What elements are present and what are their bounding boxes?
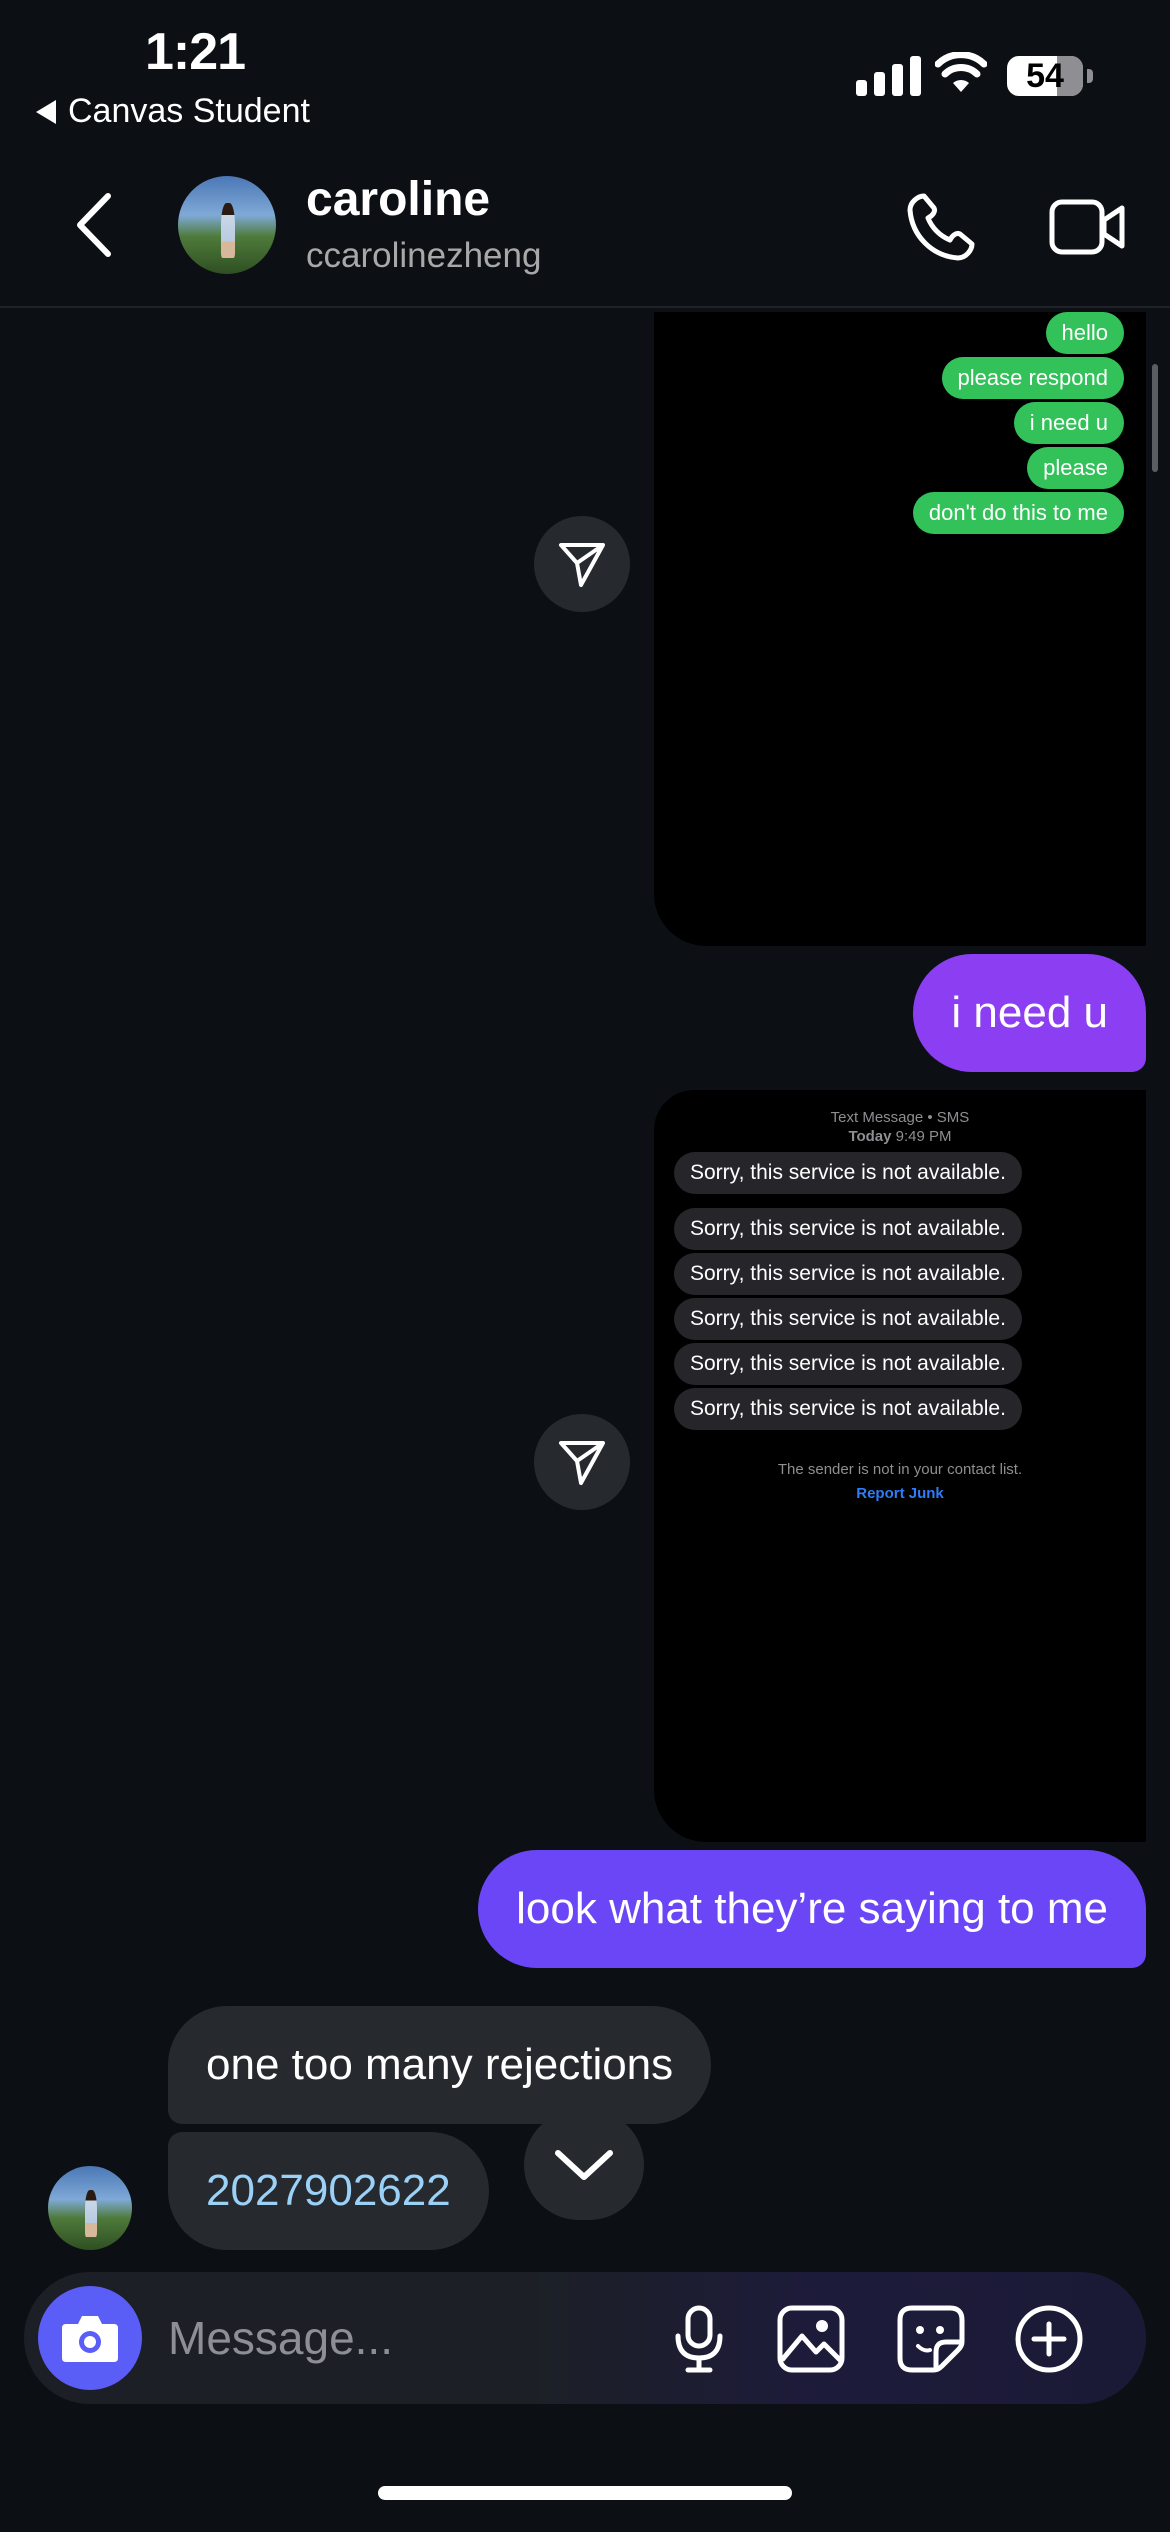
sms-bubble: Sorry, this service is not available. [674,1388,1022,1430]
back-triangle-icon [36,99,56,124]
sticker-icon[interactable] [896,2304,966,2374]
scroll-indicator[interactable] [1152,364,1158,472]
scroll-to-bottom-button[interactable] [524,2110,644,2220]
sms-bubble: Sorry, this service is not available. [674,1152,1022,1194]
home-indicator[interactable] [378,2486,792,2500]
shared-image-green-messages[interactable]: hello please respond i need u please don… [654,312,1146,946]
incoming-message[interactable]: one too many rejections [168,2006,712,2124]
video-camera-icon[interactable] [1048,192,1126,262]
message-composer [24,2272,1146,2404]
back-to-app-link[interactable]: Canvas Student [36,92,310,131]
chevron-down-icon [555,2150,613,2180]
plus-circle-icon[interactable] [1014,2304,1084,2374]
green-bubble: don't do this to me [912,492,1124,534]
sender-avatar[interactable] [48,2166,132,2250]
wifi-icon [935,52,987,92]
avatar[interactable] [178,176,276,274]
outgoing-message[interactable]: look what they’re saying to me [478,1850,1146,1968]
back-chevron-icon[interactable] [70,190,120,260]
report-junk-link: Report Junk [856,1485,944,1502]
send-icon [559,1441,605,1485]
sms-header-time: 9:49 PM [895,1128,952,1145]
green-bubble: please [1027,447,1124,489]
outgoing-message[interactable]: i need u [913,954,1146,1072]
shared-image-sms[interactable]: Text Message • SMS Today 9:49 PM Sorry, … [654,1090,1146,1842]
green-bubble: hello [1045,312,1124,354]
send-icon [559,543,605,587]
contact-name[interactable]: caroline [306,172,490,227]
sms-bubble: Sorry, this service is not available. [674,1298,1022,1340]
camera-icon [62,2316,118,2362]
sms-footer-text: The sender is not in your contact list. [777,1461,1023,1478]
battery-cap [1087,69,1093,83]
contact-username[interactable]: ccarolinezheng [306,236,541,276]
sms-header-title: Text Message • SMS [830,1109,970,1126]
phone-icon[interactable] [904,190,978,264]
battery-icon: 54 [1007,56,1083,96]
sms-footer: The sender is not in your contact list. … [654,1458,1146,1506]
sms-bubble: Sorry, this service is not available. [674,1253,1022,1295]
green-bubble: please respond [941,357,1124,399]
gallery-icon[interactable] [776,2304,846,2374]
microphone-icon[interactable] [664,2304,734,2374]
incoming-message-phone-number[interactable]: 2027902622 [168,2132,489,2250]
sms-bubble: Sorry, this service is not available. [674,1208,1022,1250]
chat-header: caroline ccarolinezheng [0,160,1170,308]
share-button[interactable] [534,516,630,612]
sms-header-day: Today [848,1128,892,1145]
cellular-signal-icon [856,56,921,96]
battery-level: 54 [1026,56,1064,95]
message-input[interactable] [168,2302,648,2374]
green-bubble: i need u [1013,402,1124,444]
share-button[interactable] [534,1414,630,1510]
camera-button[interactable] [38,2286,142,2390]
status-time: 1:21 [145,23,246,81]
sms-header: Text Message • SMS Today 9:49 PM [654,1108,1146,1146]
back-app-label: Canvas Student [68,92,310,130]
sms-bubble: Sorry, this service is not available. [674,1343,1022,1385]
